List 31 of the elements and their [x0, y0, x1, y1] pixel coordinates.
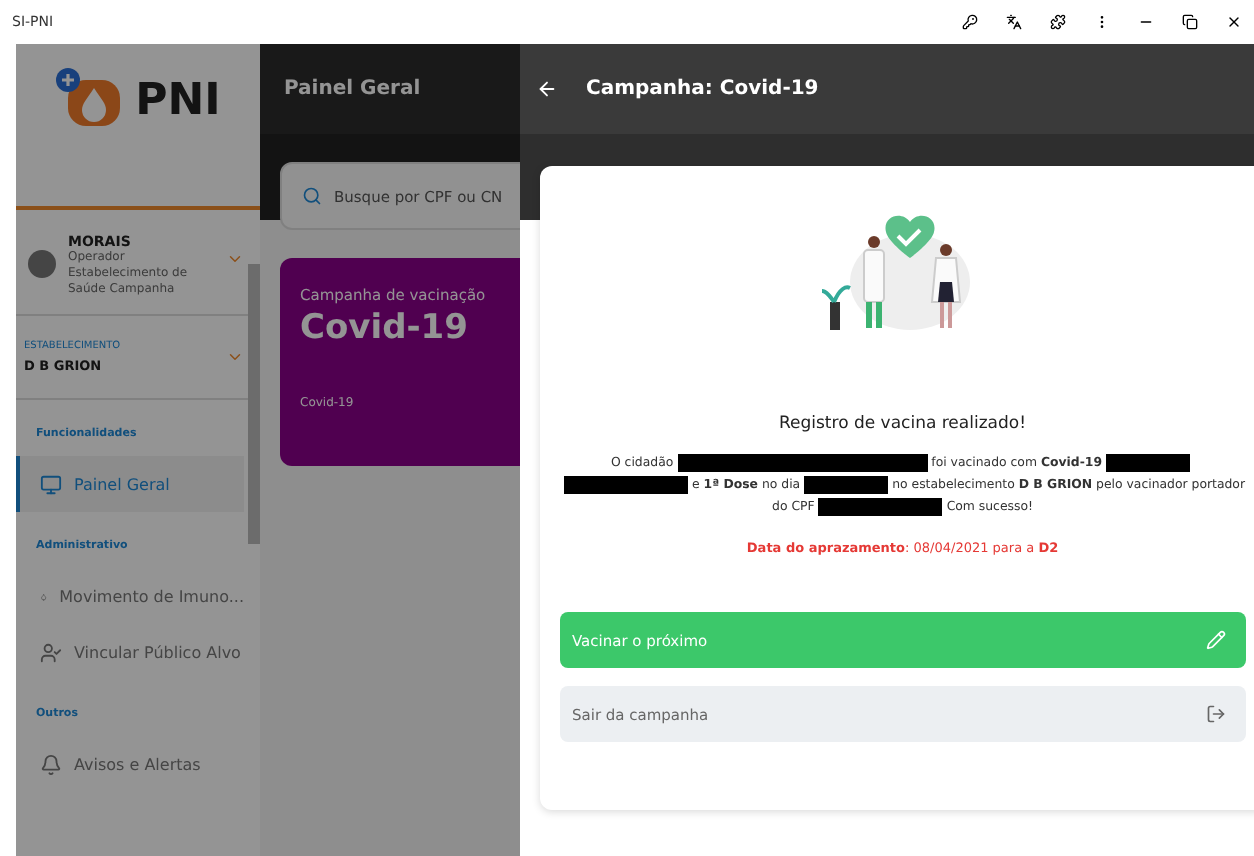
bell-icon: [40, 753, 62, 776]
puzzle-icon[interactable]: [1050, 14, 1066, 30]
back-icon[interactable]: [536, 78, 558, 100]
nav-label: Vincular Público Alvo: [74, 643, 241, 662]
redaction-bar: [1106, 454, 1191, 472]
nav-label: Avisos e Alertas: [74, 755, 201, 774]
drawer-title: Campanha: Covid-19: [586, 78, 819, 100]
restore-icon[interactable]: [1182, 14, 1198, 30]
logo-icon: [55, 68, 124, 128]
translate-icon[interactable]: [1006, 14, 1022, 30]
page-title: Painel Geral: [284, 78, 421, 100]
campaign-name: Covid-19: [300, 308, 470, 348]
exit-icon: [1205, 704, 1226, 724]
nav-item[interactable]: Movimento de Imuno...: [16, 568, 244, 625]
redaction-bar: [564, 476, 688, 494]
monitor-icon: [40, 473, 62, 496]
key-icon[interactable]: [962, 14, 978, 30]
logo-text: PNI: [135, 76, 221, 126]
nav-label: Painel Geral: [74, 475, 170, 494]
search-icon: [302, 186, 322, 206]
close-icon[interactable]: [1226, 14, 1242, 30]
nav-item[interactable]: Painel Geral: [16, 456, 244, 513]
nav-item[interactable]: Avisos e Alertas: [16, 736, 244, 793]
pencil-icon: [1205, 630, 1226, 650]
user-icon: [40, 641, 62, 664]
nav-item[interactable]: Vincular Público Alvo: [16, 624, 244, 681]
success-heading: Registro de vacina realizado!: [778, 414, 1027, 434]
avatar: [28, 250, 56, 278]
nav-label: Movimento de Imuno...: [59, 587, 244, 606]
redaction-bar: [804, 476, 889, 494]
redaction-bar: [818, 498, 943, 516]
